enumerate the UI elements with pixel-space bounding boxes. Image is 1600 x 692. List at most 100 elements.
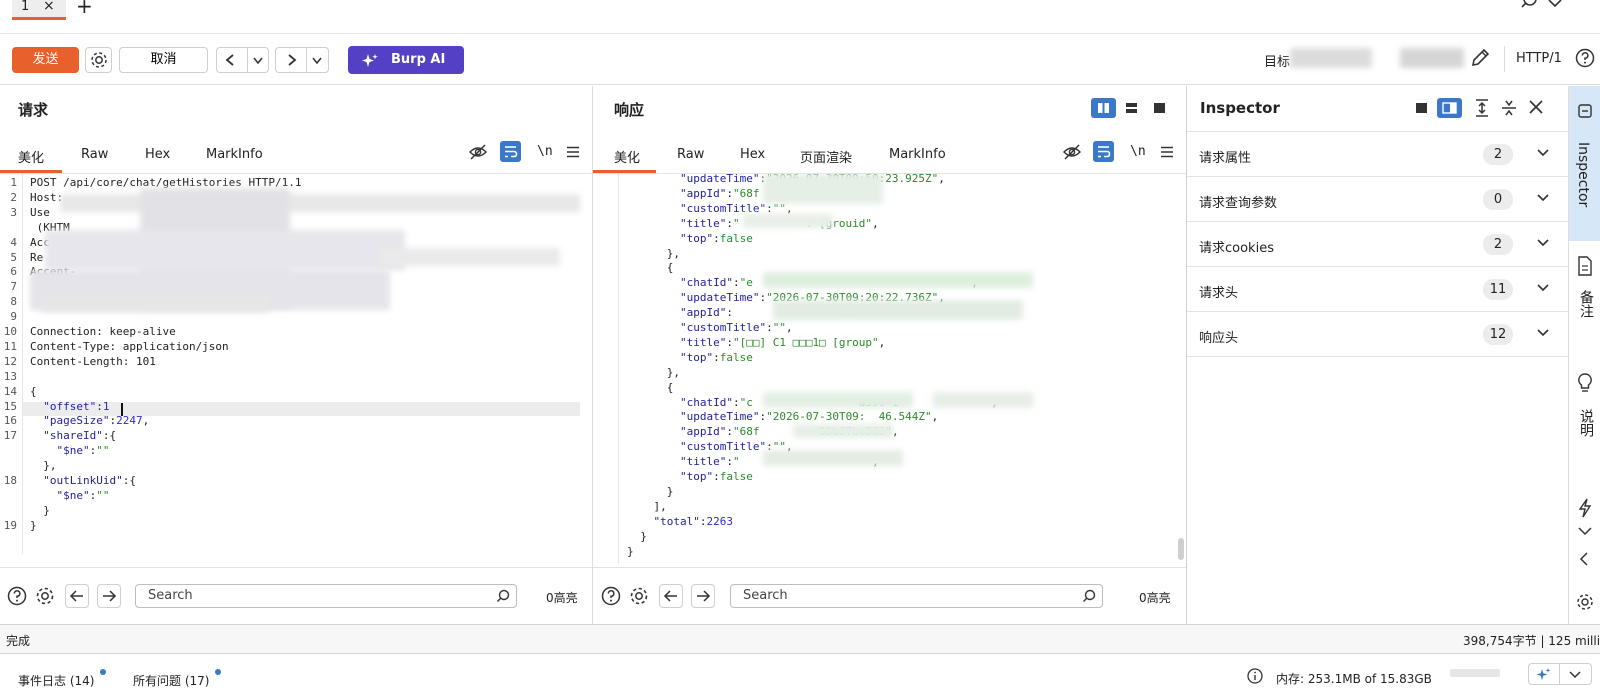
code-token: : <box>726 335 733 349</box>
tab-response-pretty[interactable]: 美化 <box>614 147 640 166</box>
cancel-button[interactable]: 取消 <box>119 47 208 73</box>
help-icon[interactable] <box>7 586 29 608</box>
code-token: , <box>142 414 150 428</box>
wrap-toggle-button[interactable] <box>1093 141 1114 162</box>
tab-request-raw[interactable]: Raw <box>81 147 108 162</box>
rail-notes-tab[interactable]: 备注 <box>1569 252 1600 342</box>
search-icon[interactable] <box>1521 0 1539 10</box>
code-line: } <box>627 530 647 543</box>
chevron-down-icon[interactable] <box>1547 0 1563 8</box>
rail-notes-label: 备注 <box>1578 290 1594 318</box>
help-icon[interactable] <box>601 586 623 608</box>
search-next-button[interactable] <box>97 584 121 608</box>
chevron-down-icon[interactable] <box>1536 283 1550 293</box>
gear-icon[interactable] <box>1575 592 1595 612</box>
chevron-right-icon[interactable] <box>287 54 297 66</box>
chevron-down-icon[interactable] <box>1536 148 1550 158</box>
tab-response-hex[interactable]: Hex <box>740 147 765 162</box>
newline-toggle[interactable]: \n <box>1130 144 1146 159</box>
code-token: 2263 <box>706 514 733 528</box>
code-line: "updateTime":"2026-07-30T09: 46.544Z", <box>627 410 938 423</box>
repeater-tab-strip: 1 × + <box>0 0 1600 34</box>
all-issues-link[interactable]: 所有问题 (17) <box>133 672 209 689</box>
inspector-dock-button[interactable] <box>1437 98 1462 118</box>
rail-inspector-tab[interactable]: Inspector <box>1569 86 1600 241</box>
info-icon[interactable] <box>1247 668 1263 684</box>
chevron-down-icon[interactable] <box>1536 328 1550 338</box>
chevron-left-icon[interactable] <box>225 54 235 66</box>
send-button[interactable]: 发送 <box>12 47 79 73</box>
layout-single-icon[interactable] <box>1409 98 1434 118</box>
code-token: : <box>726 186 733 200</box>
response-scrollbar[interactable] <box>1178 538 1184 560</box>
code-line: } <box>627 484 674 498</box>
search-next-button[interactable] <box>691 584 715 608</box>
layout-single-icon[interactable] <box>1147 98 1172 118</box>
pencil-icon[interactable] <box>1469 47 1491 69</box>
newline-toggle[interactable]: \n <box>537 144 553 159</box>
inspector-section-row[interactable]: 请求查询参数 0 <box>1187 178 1568 222</box>
lightning-icon[interactable] <box>1578 498 1592 518</box>
inspector-section-row[interactable]: 请求cookies 2 <box>1187 223 1568 267</box>
close-icon[interactable]: × <box>43 0 55 14</box>
http-version-toggle[interactable]: HTTP/1 <box>1516 51 1562 66</box>
inspector-section-count: 12 <box>1483 324 1513 345</box>
tab-response-raw[interactable]: Raw <box>677 147 704 162</box>
help-icon[interactable] <box>1575 48 1597 70</box>
event-log-link[interactable]: 事件日志 (14) <box>18 672 94 689</box>
rail-explain-tab[interactable]: 说明 <box>1569 371 1600 461</box>
line-number: 11 <box>3 339 17 353</box>
search-prev-button[interactable] <box>659 584 683 608</box>
response-editor[interactable]: "updateTime":"2026-07-30T09:50:23.925Z",… <box>593 174 1186 564</box>
layout-rows-icon[interactable] <box>1119 98 1144 118</box>
code-line: "top":false <box>627 470 753 483</box>
menu-icon[interactable] <box>566 146 580 158</box>
layout-split-icon <box>1442 102 1457 114</box>
redacted-target-port[interactable] <box>1400 48 1464 68</box>
tab-request-hex[interactable]: Hex <box>145 147 170 162</box>
plus-icon[interactable]: + <box>76 0 93 18</box>
ai-assistant-dropdown[interactable] <box>1528 663 1592 685</box>
line-number: 4 <box>10 235 17 249</box>
redacted-target-host[interactable] <box>1290 48 1372 68</box>
menu-icon[interactable] <box>1160 146 1174 158</box>
code-token: }, <box>30 459 57 473</box>
chevron-down-icon[interactable] <box>252 57 264 65</box>
eye-off-icon[interactable] <box>468 143 488 161</box>
expand-icon[interactable] <box>1474 98 1490 118</box>
code-token: } <box>627 484 674 498</box>
wrap-toggle-button[interactable] <box>500 141 521 162</box>
tab-response-markinfo[interactable]: MarkInfo <box>889 147 946 162</box>
chevron-down-icon[interactable] <box>1536 238 1550 248</box>
chevron-left-icon[interactable] <box>1579 551 1589 567</box>
close-icon[interactable] <box>1529 100 1543 114</box>
inspector-section-count: 0 <box>1483 189 1513 210</box>
code-line: { <box>30 385 37 398</box>
search-prev-button[interactable] <box>65 584 89 608</box>
inspector-section-row[interactable]: 响应头 12 <box>1187 313 1568 357</box>
eye-off-icon[interactable] <box>1062 143 1082 161</box>
rail-explain-label: 说明 <box>1578 409 1594 437</box>
tab-request-markinfo[interactable]: MarkInfo <box>206 147 263 162</box>
code-token: "updateTime" <box>679 174 760 185</box>
tab-response-render[interactable]: 页面渲染 <box>800 147 852 166</box>
redacted-value <box>763 450 903 466</box>
inspector-section-row[interactable]: 请求头 11 <box>1187 268 1568 312</box>
request-search-input[interactable]: Search <box>135 584 517 608</box>
gear-icon[interactable] <box>35 586 57 608</box>
layout-split-button[interactable] <box>1091 98 1116 118</box>
response-search-input[interactable]: Search <box>730 584 1103 608</box>
chevron-down-icon[interactable] <box>1536 193 1550 203</box>
burp-ai-button[interactable]: Burp AI <box>348 46 464 74</box>
inspector-section-row[interactable]: 请求属性 2 <box>1187 133 1568 177</box>
gear-icon[interactable] <box>629 586 651 608</box>
toolbar: 发送 取消 Burp AI 目标 HTTP/1 <box>0 34 1600 85</box>
send-settings-button[interactable] <box>85 47 112 73</box>
chevron-down-icon[interactable] <box>1577 526 1593 536</box>
request-editor[interactable]: 1 POST /api/core/chat/getHistories HTTP/1… <box>0 174 592 554</box>
collapse-icon[interactable] <box>1501 98 1517 118</box>
code-line: Content-Length: 101 <box>30 355 156 368</box>
chevron-down-icon[interactable] <box>311 57 323 65</box>
tab-request-pretty[interactable]: 美化 <box>18 147 44 166</box>
